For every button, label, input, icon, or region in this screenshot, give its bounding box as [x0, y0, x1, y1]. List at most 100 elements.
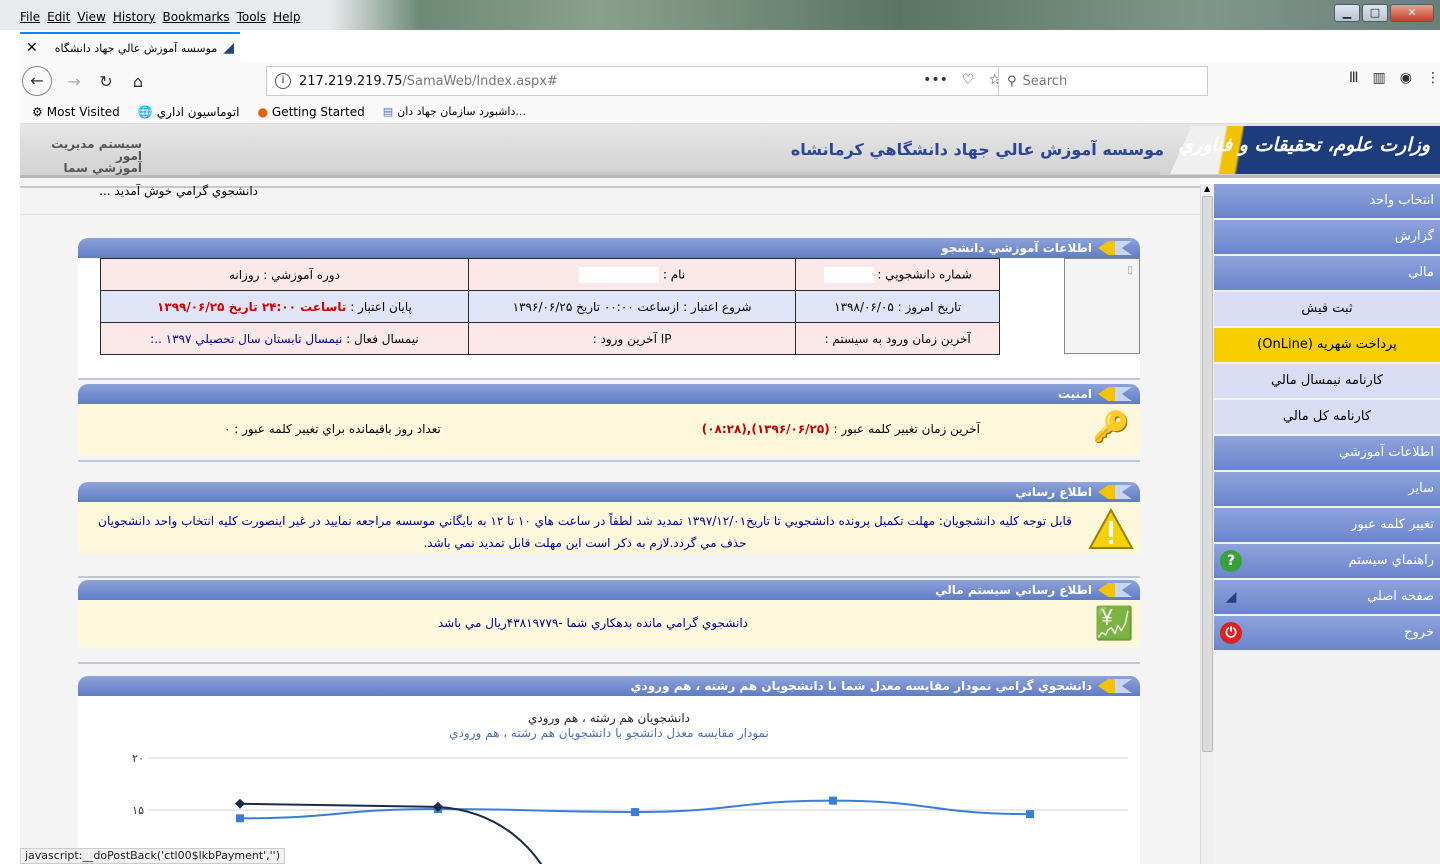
bookmark-most-visited[interactable]: ⚙ Most Visited — [32, 105, 120, 119]
nav-label: گزارش — [1394, 229, 1434, 244]
student-info-title: اطلاعات آموزشي دانشجو — [941, 241, 1092, 255]
nav-system-help[interactable]: راهنماي سيستم? — [1214, 544, 1440, 578]
nav-label: اطلاعات آموزشي — [1338, 445, 1434, 460]
nav-online-tuition-payment[interactable]: پرداخت شهريه (OnLine) — [1214, 328, 1440, 362]
institution-title: موسسه آموزش عالي جهاد دانشگاهي كرمانشاه — [790, 140, 1164, 159]
data-point — [236, 814, 244, 823]
page-actions-icon[interactable]: ••• — [923, 72, 948, 88]
nav-label: انتخاب واحد — [1369, 193, 1434, 208]
search-placeholder: Search — [1022, 73, 1068, 89]
url-host: 217.219.219.75 — [299, 73, 403, 89]
gear-icon: ⚙ — [32, 104, 43, 119]
status-bar: javascript:__doPostBack('ctl00$lkbPaymen… — [20, 848, 285, 864]
nav-semester-financial-transcript[interactable]: كارنامه نيمسال مالي — [1214, 364, 1440, 398]
broken-image-icon: ▯ — [1127, 265, 1133, 276]
sidebar-icon[interactable]: ▥ — [1373, 70, 1386, 86]
reload-button[interactable]: ↻ — [92, 68, 120, 96]
page-icon: ▤ — [382, 105, 394, 118]
minimize-button[interactable]: ▁ — [1334, 4, 1360, 22]
site-favicon-icon: ◢ — [223, 40, 234, 56]
library-icon[interactable]: Ⅲ — [1349, 70, 1359, 86]
forward-button[interactable]: → — [60, 68, 88, 96]
chart-panel: دانشجوي گرامي نمودار مقايسه معدل شما با … — [78, 676, 1140, 864]
tab-close-icon[interactable]: ✕ — [26, 40, 38, 56]
finance-panel: اطلاع رساني سيستم مالي 💹 دانشجوي گرامي م… — [78, 580, 1140, 664]
scrollbar-thumb[interactable] — [1202, 196, 1213, 752]
nav-label: ساير — [1408, 481, 1434, 496]
menu-bookmarks[interactable]: Bookmarks — [163, 10, 230, 24]
notice-text: قابل توجه كليه دانشجويان: مهلت تكميل پرو… — [98, 514, 1072, 550]
sama-logo: سيستم مديريت امور آموزشي سما — [51, 137, 142, 175]
data-point — [235, 798, 245, 809]
new-tab-button[interactable]: + — [252, 34, 269, 58]
nav-change-password[interactable]: تغيير كلمه عبور — [1214, 508, 1440, 542]
bookmarks-bar: ⚙ Most Visited 🌐 اتوماسيون اداري ● Getting … — [20, 100, 1440, 124]
nav-register-receipt[interactable]: ثبت فيش — [1214, 292, 1440, 326]
menu-view[interactable]: View — [77, 10, 105, 24]
vertical-scrollbar[interactable]: ▲ — [1200, 184, 1214, 864]
y-tick-label: ۱۵ — [132, 804, 144, 817]
finance-chart-icon: 💹 — [1094, 604, 1134, 642]
overflow-menu-icon[interactable]: ⋮ — [1426, 70, 1440, 86]
tab-strip: ◢ موسسه آموزش عالي جهاد دانشگاه ✕ + — [0, 30, 1440, 62]
nav-label: كارنامه نيمسال مالي — [1271, 373, 1383, 388]
menu-bar: File Edit View History Bookmarks Tools H… — [0, 0, 1440, 30]
menu-history[interactable]: History — [113, 10, 156, 24]
nav-label: خروج — [1404, 625, 1434, 640]
bookmark-dashboard[interactable]: ▤ داشبورد سازمان جهاد دان... — [383, 105, 526, 118]
nav-finance[interactable]: مالي — [1214, 256, 1440, 290]
navigation-toolbar: ← → ↻ ⌂ i 217.219.219.75/SamaWeb/Index.a… — [20, 62, 1440, 100]
gpa-comparison-chart: دانشجويان هم رشته ، هم ورودينمودار مقايس… — [132, 711, 1128, 864]
nav-other[interactable]: ساير — [1214, 472, 1440, 506]
notice-panel: اطلاع رساني قابل توجه كليه دانشجويان: مه… — [78, 482, 1140, 578]
menu-edit[interactable]: Edit — [47, 10, 70, 24]
window-close-button[interactable]: ✕ — [1390, 4, 1434, 22]
nav-label: كارنامه كل مالي — [1283, 409, 1371, 424]
side-navigation: انتخاب واحد گزارش مالي ثبت فيش پرداخت شهريه … — [1214, 184, 1440, 864]
maximize-button[interactable]: □ — [1362, 4, 1388, 22]
nav-logout[interactable]: خروج ⏻ — [1214, 616, 1440, 650]
student-info-table: شماره دانشجويي : نام : دوره آموزشي : روز… — [100, 258, 1000, 355]
account-icon[interactable]: ◉ — [1400, 70, 1412, 86]
tab-title: موسسه آموزش عالي جهاد دانشگاه — [54, 41, 218, 55]
main-content: دانشجوي گرامي خوش آمديد ... اطلاعات آموز… — [20, 178, 1200, 864]
back-button[interactable]: ← — [22, 66, 52, 96]
chart-subtitle: نمودار مقايسه معدل دانشجو با دانشجويان ه… — [449, 726, 769, 741]
tab-active[interactable]: ◢ موسسه آموزش عالي جهاد دانشگاه ✕ — [20, 32, 240, 62]
security-panel: امنيت 🔑 آخرين زمان تغيير كلمه عبور : (۱۳… — [78, 384, 1140, 462]
menu-file[interactable]: File — [20, 10, 40, 24]
page-info-icon[interactable]: i — [275, 73, 291, 89]
data-point — [829, 796, 837, 805]
nav-label: ثبت فيش — [1301, 301, 1353, 316]
bookmark-getting-started[interactable]: ● Getting Started — [257, 105, 364, 119]
pocket-icon[interactable]: ♡ — [962, 72, 975, 88]
nav-label: پرداخت شهريه (OnLine) — [1257, 337, 1397, 352]
home-button[interactable]: ⌂ — [124, 68, 152, 96]
series-line-student — [239, 802, 543, 864]
nav-total-financial-transcript[interactable]: كارنامه كل مالي — [1214, 400, 1440, 434]
menu-help[interactable]: Help — [273, 10, 300, 24]
nav-course-selection[interactable]: انتخاب واحد — [1214, 184, 1440, 218]
nav-label: تغيير كلمه عبور — [1351, 517, 1434, 532]
data-point — [631, 808, 639, 817]
nav-educational-info[interactable]: اطلاعات آموزشي — [1214, 436, 1440, 470]
nav-label: صفحه اصلي — [1367, 589, 1434, 604]
search-input[interactable]: ⚲ Search — [998, 66, 1208, 96]
nav-report[interactable]: گزارش — [1214, 220, 1440, 254]
nav-label: راهنماي سيستم — [1348, 553, 1434, 568]
bookmark-automation[interactable]: 🌐 اتوماسيون اداري — [138, 105, 240, 119]
help-icon: ? — [1220, 550, 1242, 572]
menu-tools[interactable]: Tools — [237, 10, 267, 24]
keys-icon: 🔑 — [1092, 410, 1130, 445]
scroll-up-icon[interactable]: ▲ — [1204, 184, 1210, 193]
welcome-text: دانشجوي گرامي خوش آمديد ... — [99, 184, 258, 198]
url-path: /SamaWeb/Index.aspx# — [402, 73, 558, 89]
nav-home[interactable]: صفحه اصلي ◢ — [1214, 580, 1440, 614]
firefox-icon: ● — [257, 104, 268, 119]
search-icon: ⚲ — [1007, 73, 1017, 89]
y-tick-label: ۲۰ — [132, 752, 144, 765]
site-header: وزارت علوم، تحقيقات و فناوري موسسه آموزش… — [20, 124, 1440, 178]
power-icon: ⏻ — [1220, 622, 1242, 644]
url-bar[interactable]: i 217.219.219.75/SamaWeb/Index.aspx# •••… — [266, 66, 1010, 96]
data-point — [1026, 810, 1034, 819]
